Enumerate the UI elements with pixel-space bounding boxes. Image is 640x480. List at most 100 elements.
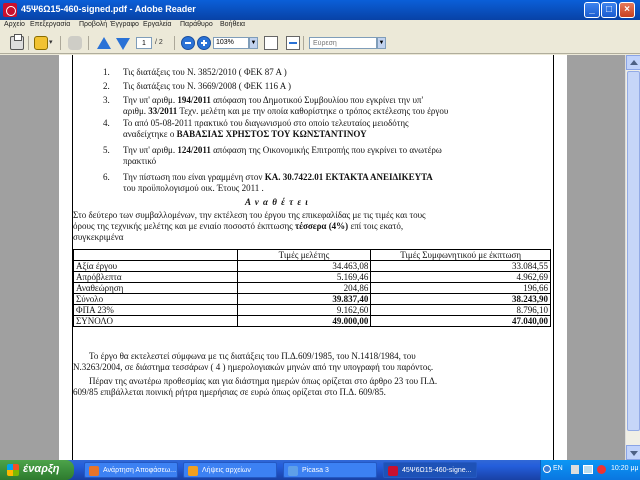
language-indicator[interactable]: EN — [553, 465, 563, 472]
table-header: Τιμές Συμφωνητικού με έκπτωση — [370, 249, 551, 261]
firefox-icon — [89, 466, 99, 476]
adobe-reader-icon — [3, 3, 17, 17]
table-cell: ΦΠΑ 23% — [73, 304, 238, 316]
price-table: Τιμές μελέτης Τιμές Συμφωνητικού με έκπτ… — [73, 249, 551, 327]
picasa-icon — [288, 466, 298, 476]
table-cell: 8.796,10 — [370, 304, 551, 316]
section-heading: Α ν α θ έ τ ε ι — [245, 197, 309, 207]
list-item: Την πίστωση που είναι γραμμένη στον ΚΑ. … — [123, 172, 433, 182]
downloads-icon — [188, 466, 198, 476]
menu-bar: Αρχείο Επεξεργασία Προβολή Έγγραφο Εργαλ… — [0, 20, 640, 32]
table-cell: 5.169,46 — [236, 271, 372, 283]
search-input[interactable] — [309, 37, 377, 49]
table-cell: Αναθεώρηση — [73, 282, 238, 294]
previous-page-icon[interactable] — [97, 37, 111, 49]
table-cell: 33.084,55 — [370, 260, 551, 272]
network-icon[interactable] — [583, 465, 593, 474]
maximize-button[interactable]: □ — [601, 2, 617, 18]
tray-expand-icon[interactable] — [543, 465, 551, 473]
vertical-scrollbar[interactable] — [625, 55, 640, 460]
security-icon[interactable] — [597, 465, 606, 474]
taskbar-item[interactable]: Picasa 3 — [283, 462, 377, 478]
system-tray: EN 10:20 μμ — [540, 460, 640, 480]
toolbar-separator — [60, 36, 61, 50]
toolbar-separator — [28, 36, 29, 50]
table-cell: ΣΥΝΟΛΟ — [73, 315, 238, 327]
list-item: πρακτικό — [123, 156, 157, 166]
table-row: Αναθεώρηση 204,86 196,66 — [73, 282, 551, 294]
table-row: Σύνολο 39.837,40 38.243,90 — [73, 293, 551, 305]
list-item: αναδείχτηκε ο ΒΑΒΑΣΙΑΣ ΧΡΗΣΤΟΣ ΤΟΥ ΚΩΝΣΤ… — [123, 129, 367, 139]
scroll-down-icon[interactable] — [626, 445, 640, 460]
document-area[interactable]: 1. Τις διατάξεις του Ν. 3852/2010 ( ΦΕΚ … — [0, 55, 640, 460]
menu-file[interactable]: Αρχείο — [4, 21, 25, 28]
scroll-up-icon[interactable] — [626, 55, 640, 70]
right-gutter — [567, 55, 625, 460]
list-number: 2. — [103, 81, 110, 91]
page-number-input[interactable] — [136, 37, 152, 49]
list-number: 6. — [103, 172, 110, 182]
zoom-in-icon[interactable] — [197, 36, 211, 50]
fit-page-icon[interactable] — [264, 36, 278, 50]
chevron-down-icon[interactable]: ▼ — [249, 37, 258, 49]
paragraph-line: Το έργο θα εκτελεστεί σύμφωνα με τις δια… — [89, 351, 416, 361]
windows-logo-icon — [7, 464, 19, 476]
chevron-down-icon[interactable]: ▾ — [49, 38, 55, 52]
table-cell: 38.243,90 — [370, 293, 551, 305]
list-item: Το από 05-08-2011 πρακτικό του διαγωνισμ… — [123, 118, 409, 128]
taskbar-item[interactable]: Λήψεις αρχείων — [183, 462, 277, 478]
table-header — [73, 249, 238, 261]
list-number: 3. — [103, 95, 110, 105]
list-item: Τις διατάξεις του Ν. 3669/2008 ( ΦΕΚ 116… — [123, 81, 291, 91]
list-item: Την υπ' αριθμ. 194/2011 απόφαση του Δημο… — [123, 95, 424, 105]
table-cell: 9.162,60 — [236, 304, 372, 316]
next-page-icon[interactable] — [116, 38, 130, 50]
printer-icon[interactable] — [10, 34, 24, 50]
minimize-button[interactable]: _ — [584, 2, 600, 18]
chevron-down-icon[interactable]: ▼ — [377, 37, 386, 49]
table-cell: 204,86 — [236, 282, 372, 294]
menu-help[interactable]: Βοήθεια — [220, 21, 245, 28]
list-item: Την υπ' αριθμ. 124/2011 απόφαση της Οικο… — [123, 145, 442, 155]
list-item: αριθμ. 33/2011 Τεχν. μελέτη και με την ο… — [123, 106, 449, 116]
table-header-row: Τιμές μελέτης Τιμές Συμφωνητικού με έκπτ… — [73, 249, 551, 261]
title-bar[interactable]: 45Ψ6Ω15-460-signed.pdf - Adobe Reader _ … — [0, 0, 640, 20]
paragraph-line: 609/85 επιβάλλεται ποινική ρήτρα ημερήσι… — [73, 387, 386, 397]
paragraph-line: Πέραν της ανωτέρω προθεσμίας και για διά… — [89, 376, 438, 386]
taskbar: έναρξη Ανάρτηση Αποφάσεω... Λήψεις αρχεί… — [0, 460, 640, 480]
menu-edit[interactable]: Επεξεργασία — [30, 21, 70, 28]
sign-icon[interactable] — [34, 36, 48, 50]
table-cell: Αξία έργου — [73, 260, 238, 272]
page-total: / 2 — [155, 39, 163, 46]
hand-tool-icon[interactable] — [68, 36, 82, 50]
paragraph-line: όρους της τεχνικής μελέτης και με ενιαίο… — [73, 221, 404, 231]
paragraph-line: Ν.3263/2004, σε διάστημα τεσσάρων ( 4 ) … — [73, 362, 434, 372]
table-cell: Απρόβλεπτα — [73, 271, 238, 283]
table-cell: 4.962,69 — [370, 271, 551, 283]
menu-document[interactable]: Έγγραφο — [110, 21, 139, 28]
table-cell: 34.463,08 — [236, 260, 372, 272]
table-row: Αξία έργου 34.463,08 33.084,55 — [73, 260, 551, 272]
taskbar-item[interactable]: Ανάρτηση Αποφάσεω... — [84, 462, 178, 478]
table-header: Τιμές μελέτης — [236, 249, 372, 261]
zoom-select[interactable]: 103% — [213, 37, 249, 49]
taskbar-item-active[interactable]: 45Ψ6Ω15-460-signe... — [383, 462, 477, 478]
toolbar: ▾ / 2 103% ▼ ▼ — [0, 32, 640, 54]
left-gutter — [0, 55, 58, 460]
menu-window[interactable]: Παράθυρο — [180, 21, 213, 28]
pdf-page[interactable]: 1. Τις διατάξεις του Ν. 3852/2010 ( ΦΕΚ … — [59, 55, 567, 460]
menu-tools[interactable]: Εργαλεία — [143, 21, 171, 28]
speaker-icon[interactable] — [571, 465, 579, 474]
scrollbar-thumb[interactable] — [627, 71, 640, 431]
start-button[interactable]: έναρξη — [0, 460, 74, 480]
table-row: ΣΥΝΟΛΟ 49.000,00 47.040,00 — [73, 315, 551, 327]
fit-width-icon[interactable] — [286, 36, 300, 50]
table-row: ΦΠΑ 23% 9.162,60 8.796,10 — [73, 304, 551, 316]
clock[interactable]: 10:20 μμ — [611, 465, 639, 472]
zoom-out-icon[interactable] — [181, 36, 195, 50]
paragraph-line: Στο δεύτερο των συμβαλλομένων, την εκτέλ… — [73, 210, 426, 220]
menu-view[interactable]: Προβολή — [79, 21, 107, 28]
adobe-reader-icon — [388, 466, 398, 476]
close-button[interactable]: × — [619, 2, 635, 18]
list-item: του προϋπολογισμού οικ. Έτους 2011 . — [123, 183, 264, 193]
